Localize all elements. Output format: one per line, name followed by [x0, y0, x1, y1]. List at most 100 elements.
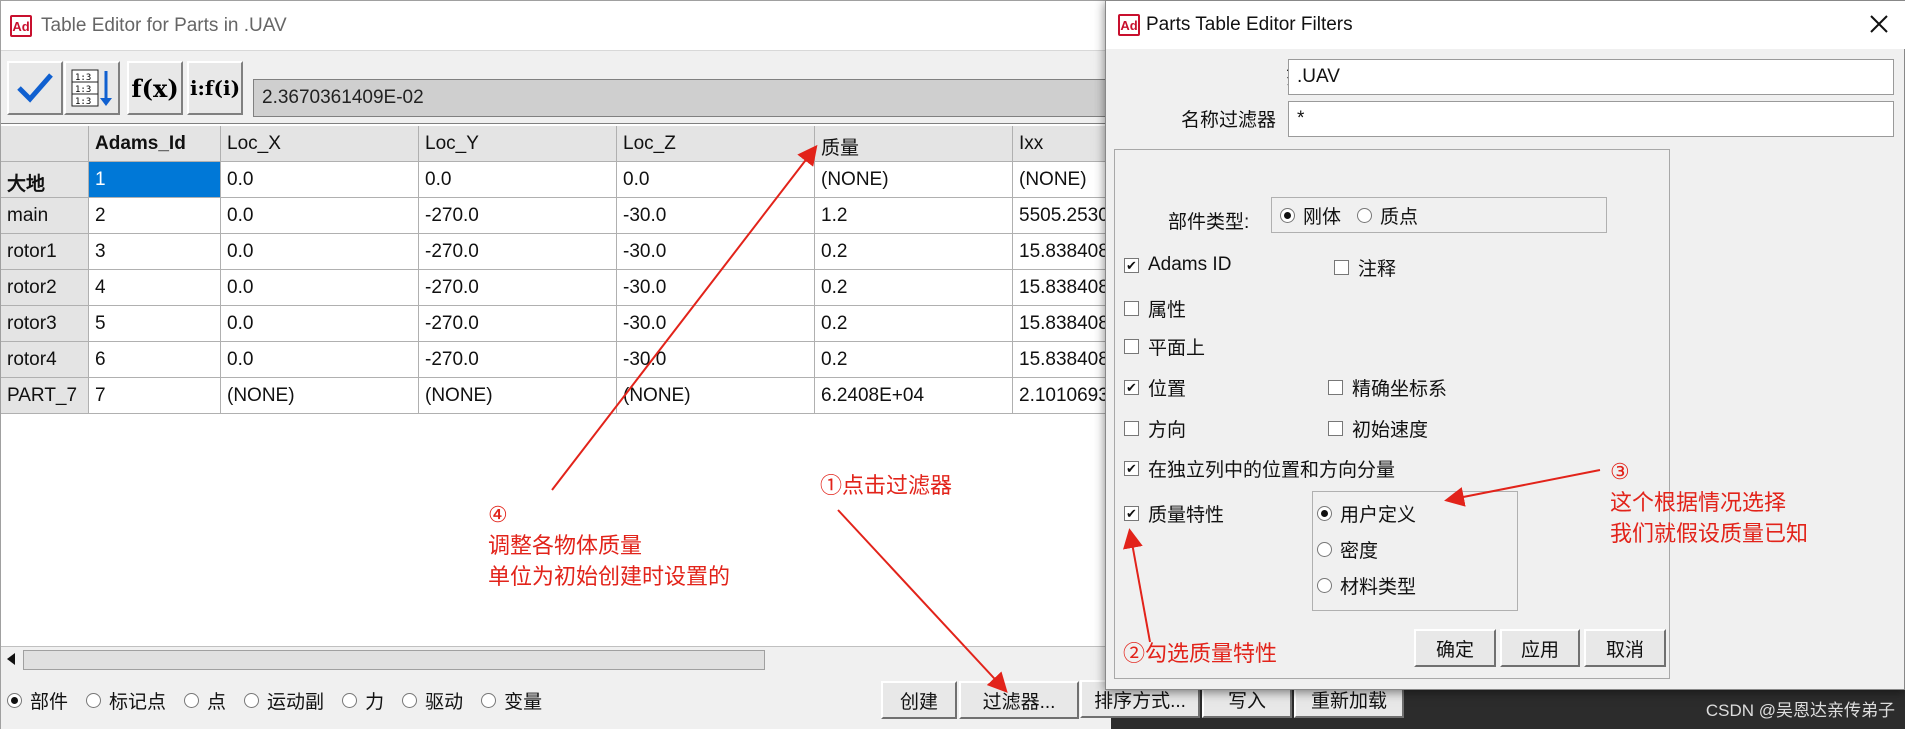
table-cell[interactable]: 6: [89, 342, 221, 378]
checkbox-icon: [1124, 301, 1139, 316]
checkbox-orientation[interactable]: 方向: [1124, 415, 1186, 442]
table-cell[interactable]: 15.838408: [1013, 342, 1111, 378]
checkbox-planar[interactable]: 平面上: [1124, 333, 1205, 360]
table-cell[interactable]: 1.2: [815, 198, 1013, 234]
function-index-icon[interactable]: i:f(i): [187, 61, 243, 115]
cancel-button[interactable]: 取消: [1584, 629, 1666, 667]
radio-parts[interactable]: 部件: [7, 687, 68, 714]
name-filter-input[interactable]: *: [1288, 101, 1894, 137]
table-cell[interactable]: (NONE): [815, 162, 1013, 198]
row-header[interactable]: 大地: [1, 162, 89, 198]
create-button[interactable]: 创建: [881, 681, 957, 719]
column-header[interactable]: Ixx: [1013, 126, 1111, 162]
row-header[interactable]: main: [1, 198, 89, 234]
table-cell[interactable]: 0.0: [419, 162, 617, 198]
table-cell[interactable]: 0.2: [815, 342, 1013, 378]
table-cell[interactable]: 0.0: [221, 306, 419, 342]
table-cell[interactable]: 0.0: [221, 234, 419, 270]
checkbox-attributes[interactable]: 属性: [1124, 295, 1186, 322]
table-cell[interactable]: -30.0: [617, 342, 815, 378]
row-header[interactable]: PART_7: [1, 378, 89, 414]
column-header[interactable]: Loc_Z: [617, 126, 815, 162]
close-icon[interactable]: [1864, 9, 1894, 39]
table-cell[interactable]: 0.0: [617, 162, 815, 198]
ok-button[interactable]: 确定: [1414, 629, 1496, 667]
table-cell[interactable]: 0.0: [221, 162, 419, 198]
radio-joints[interactable]: 运动副: [244, 687, 324, 714]
table-cell[interactable]: -270.0: [419, 342, 617, 378]
checkbox-label: 精确坐标系: [1352, 379, 1448, 400]
cell-value-field[interactable]: 2.3670361409E-02: [253, 79, 1111, 117]
table-sort-icon[interactable]: 1:3 1:3 1:3: [64, 61, 120, 115]
radio-rigid-body[interactable]: 刚体: [1280, 202, 1341, 229]
checkbox-separate-columns[interactable]: ✔ 在独立列中的位置和方向分量: [1124, 455, 1395, 482]
table-cell[interactable]: (NONE): [1013, 162, 1111, 198]
scroll-left-icon[interactable]: [7, 653, 15, 665]
radio-point-mass[interactable]: 质点: [1357, 202, 1418, 229]
row-header[interactable]: rotor2: [1, 270, 89, 306]
table-cell-selected[interactable]: 1: [89, 162, 221, 198]
table-cell[interactable]: 5505.2530: [1013, 198, 1111, 234]
table-cell[interactable]: 0.0: [221, 198, 419, 234]
checkbox-initial-velocity[interactable]: 初始速度: [1328, 415, 1428, 442]
table-cell[interactable]: 2: [89, 198, 221, 234]
table-cell[interactable]: -270.0: [419, 234, 617, 270]
table-cell[interactable]: 0.2: [815, 306, 1013, 342]
column-header[interactable]: Loc_X: [221, 126, 419, 162]
table-cell[interactable]: 7: [89, 378, 221, 414]
table-cell[interactable]: -30.0: [617, 270, 815, 306]
radio-motions[interactable]: 驱动: [402, 687, 463, 714]
checkbox-position[interactable]: ✔ 位置: [1124, 374, 1186, 401]
table-cell[interactable]: 0.2: [815, 234, 1013, 270]
horizontal-scrollbar[interactable]: [1, 646, 1111, 672]
table-cell[interactable]: 15.838408: [1013, 270, 1111, 306]
filter-button[interactable]: 过滤器...: [959, 681, 1079, 719]
svg-text:1:3: 1:3: [75, 85, 91, 95]
column-header[interactable]: Adams_Id: [89, 126, 221, 162]
radio-user-defined[interactable]: 用户定义: [1317, 500, 1416, 527]
table-cell[interactable]: -30.0: [617, 306, 815, 342]
table-cell[interactable]: -270.0: [419, 306, 617, 342]
radio-material-type[interactable]: 材料类型: [1317, 572, 1416, 599]
table-cell[interactable]: (NONE): [419, 378, 617, 414]
column-header[interactable]: Loc_Y: [419, 126, 617, 162]
checkbox-checked-icon: ✔: [1124, 257, 1139, 273]
table-cell[interactable]: (NONE): [617, 378, 815, 414]
radio-forces[interactable]: 力: [342, 687, 384, 714]
row-header[interactable]: rotor3: [1, 306, 89, 342]
scroll-thumb[interactable]: [23, 650, 765, 670]
table-cell[interactable]: 6.2408E+04: [815, 378, 1013, 414]
table-cell[interactable]: 15.838408: [1013, 306, 1111, 342]
svg-text:1:3: 1:3: [75, 73, 91, 83]
table-cell[interactable]: 4: [89, 270, 221, 306]
annotation-step3-line1: 这个根据情况选择: [1610, 490, 1787, 515]
table-cell[interactable]: 0.2: [815, 270, 1013, 306]
checkbox-comment[interactable]: 注释: [1334, 254, 1396, 281]
table-cell[interactable]: -270.0: [419, 270, 617, 306]
row-header[interactable]: rotor1: [1, 234, 89, 270]
checkbox-precise-cs[interactable]: 精确坐标系: [1328, 374, 1447, 401]
table-cell[interactable]: -30.0: [617, 234, 815, 270]
table-cell[interactable]: -30.0: [617, 198, 815, 234]
table-cell[interactable]: (NONE): [221, 378, 419, 414]
radio-density[interactable]: 密度: [1317, 536, 1378, 563]
radio-points[interactable]: 点: [184, 687, 226, 714]
table-cell[interactable]: 5: [89, 306, 221, 342]
table-cell[interactable]: -270.0: [419, 198, 617, 234]
column-header[interactable]: 质量: [815, 126, 1013, 162]
function-icon[interactable]: f(x): [127, 61, 183, 115]
scope-input[interactable]: .UAV: [1288, 59, 1894, 95]
radio-variables[interactable]: 变量: [481, 687, 542, 714]
table-cell[interactable]: 0.0: [221, 342, 419, 378]
checkbox-adams-id[interactable]: ✔ Adams ID: [1124, 254, 1231, 276]
checkbox-mass-properties[interactable]: ✔ 质量特性: [1124, 500, 1224, 527]
apply-button[interactable]: 应用: [1500, 629, 1580, 667]
row-header[interactable]: rotor4: [1, 342, 89, 378]
table-cell[interactable]: 15.838408: [1013, 234, 1111, 270]
radio-markers[interactable]: 标记点: [86, 687, 166, 714]
table-cell[interactable]: 3: [89, 234, 221, 270]
table-cell[interactable]: 2.1010693: [1013, 378, 1111, 414]
apply-check-icon[interactable]: [7, 61, 63, 115]
table-cell[interactable]: 0.0: [221, 270, 419, 306]
radio-label: 驱动: [425, 692, 464, 713]
